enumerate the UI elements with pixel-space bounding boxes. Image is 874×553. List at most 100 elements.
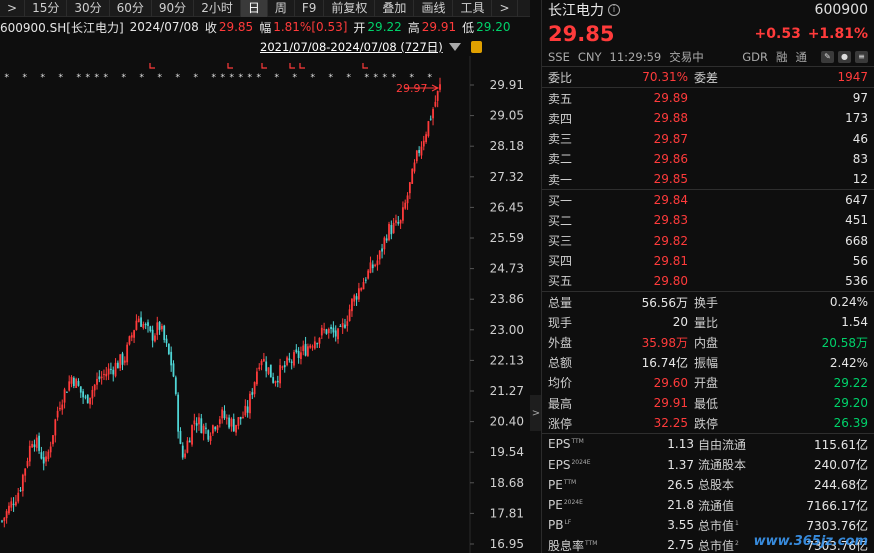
toolbar-item-9[interactable]: 前复权 bbox=[324, 0, 376, 17]
fund-value: 3.55 bbox=[667, 518, 694, 533]
bid-price: 29.82 bbox=[653, 233, 688, 248]
event-marker[interactable]: * bbox=[121, 73, 126, 83]
bid-label: 买四 bbox=[548, 254, 573, 269]
date-range-label[interactable]: 2021/07/08-2024/07/08 (727日) bbox=[260, 39, 443, 55]
event-marker[interactable]: * bbox=[85, 73, 90, 83]
signal-marker[interactable] bbox=[227, 63, 233, 69]
toolbar-item-0[interactable]: > bbox=[0, 0, 26, 17]
ask-row[interactable]: 卖二 29.86 83 bbox=[542, 149, 874, 169]
toolbar-item-11[interactable]: 画线 bbox=[414, 0, 454, 17]
toolbar-item-4[interactable]: 90分 bbox=[152, 0, 195, 17]
lock-icon[interactable] bbox=[470, 41, 482, 53]
event-marker[interactable]: * bbox=[76, 73, 81, 83]
candle-body bbox=[355, 296, 358, 300]
event-marker[interactable]: * bbox=[274, 73, 279, 83]
event-marker[interactable]: * bbox=[373, 73, 378, 83]
candle-body bbox=[397, 221, 400, 224]
candle-body bbox=[272, 377, 275, 383]
edit-icon[interactable]: ✎ bbox=[821, 51, 834, 63]
event-marker[interactable]: * bbox=[427, 73, 432, 83]
chevron-down-icon[interactable] bbox=[448, 43, 461, 51]
candle-body bbox=[244, 405, 247, 416]
event-marker[interactable]: * bbox=[193, 73, 198, 83]
candle-body bbox=[242, 416, 244, 419]
info-icon[interactable]: i bbox=[608, 4, 620, 16]
ask-row[interactable]: 卖三 29.87 46 bbox=[542, 129, 874, 149]
stat-label: 最高 bbox=[548, 396, 573, 411]
stat-value: 35.98万 bbox=[641, 336, 688, 351]
candle-body bbox=[320, 327, 323, 336]
candle-body bbox=[279, 365, 281, 384]
signal-marker[interactable] bbox=[299, 63, 305, 69]
signal-marker[interactable] bbox=[261, 63, 267, 69]
stat-label: 均价 bbox=[548, 376, 573, 391]
fund-value: 115.61亿 bbox=[814, 437, 868, 452]
event-marker[interactable]: * bbox=[94, 73, 99, 83]
toolbar-item-10[interactable]: 叠加 bbox=[375, 0, 415, 17]
bid-row[interactable]: 买二 29.83 451 bbox=[542, 210, 874, 230]
event-marker[interactable]: * bbox=[220, 73, 225, 83]
stat-value: 20.58万 bbox=[821, 336, 868, 351]
stock-name: 长江电力 bbox=[548, 3, 604, 19]
event-marker[interactable]: * bbox=[229, 73, 234, 83]
event-marker[interactable]: * bbox=[22, 73, 27, 83]
event-marker[interactable]: * bbox=[382, 73, 387, 83]
signal-marker[interactable] bbox=[289, 63, 295, 69]
event-marker[interactable]: * bbox=[4, 73, 9, 83]
toolbar-item-1[interactable]: 15分 bbox=[25, 0, 68, 17]
event-marker[interactable]: * bbox=[211, 73, 216, 83]
toolbar-item-8[interactable]: F9 bbox=[295, 0, 325, 17]
event-marker[interactable]: * bbox=[139, 73, 144, 83]
event-marker[interactable]: * bbox=[292, 73, 297, 83]
bid-row[interactable]: 买三 29.82 668 bbox=[542, 231, 874, 251]
event-marker[interactable]: * bbox=[364, 73, 369, 83]
event-marker[interactable]: * bbox=[157, 73, 162, 83]
price-row: 29.85 +0.53 +1.81% bbox=[542, 20, 874, 48]
bid-row[interactable]: 买五 29.80 536 bbox=[542, 271, 874, 291]
fund-label: 流通股本 bbox=[698, 458, 747, 473]
signal-marker[interactable] bbox=[362, 63, 368, 69]
event-marker[interactable]: * bbox=[346, 73, 351, 83]
toolbar-item-2[interactable]: 30分 bbox=[67, 0, 110, 17]
signal-marker[interactable] bbox=[149, 63, 155, 69]
event-marker[interactable]: * bbox=[58, 73, 63, 83]
candle-body bbox=[420, 146, 423, 156]
candle-body bbox=[237, 417, 240, 426]
toolbar-item-13[interactable]: > bbox=[492, 0, 518, 17]
bid-row[interactable]: 买四 29.81 56 bbox=[542, 251, 874, 271]
menu-icon[interactable]: ≡ bbox=[855, 51, 868, 63]
candle-body bbox=[186, 440, 189, 453]
event-marker[interactable]: * bbox=[256, 73, 261, 83]
event-marker[interactable]: * bbox=[103, 73, 108, 83]
event-marker[interactable]: * bbox=[175, 73, 180, 83]
event-marker[interactable]: * bbox=[247, 73, 252, 83]
event-marker[interactable]: * bbox=[238, 73, 243, 83]
candle-body bbox=[86, 394, 89, 404]
toolbar-item-12[interactable]: 工具 bbox=[453, 0, 493, 17]
ask-row[interactable]: 卖一 29.85 12 bbox=[542, 169, 874, 189]
low-label: 低 bbox=[462, 20, 475, 35]
candle-body bbox=[434, 101, 437, 107]
candle-body bbox=[105, 373, 108, 377]
candle-body bbox=[232, 418, 235, 432]
committee-ratio-label: 委比 bbox=[548, 70, 573, 85]
fund-label-sup: 2024E bbox=[563, 499, 583, 507]
candlestick-chart[interactable]: 29.91 29.05 28.18 27.32 26.45 25.59 24.73 23.86… bbox=[0, 56, 530, 553]
stat-label: 换手 bbox=[694, 295, 719, 310]
toolbar-item-6[interactable]: 日 bbox=[240, 0, 268, 17]
date-range-selector[interactable]: 2021/07/08-2024/07/08 (727日) bbox=[260, 39, 482, 55]
event-marker[interactable]: * bbox=[310, 73, 315, 83]
toolbar-item-5[interactable]: 2小时 bbox=[194, 0, 241, 17]
toolbar-item-3[interactable]: 60分 bbox=[110, 0, 152, 17]
bid-row[interactable]: 买一 29.84 647 bbox=[542, 190, 874, 210]
event-marker[interactable]: * bbox=[328, 73, 333, 83]
fund-value: 21.8 bbox=[667, 498, 694, 513]
candle-body bbox=[68, 381, 71, 391]
bell-icon[interactable]: ● bbox=[838, 51, 851, 63]
event-marker[interactable]: * bbox=[40, 73, 45, 83]
toolbar-item-7[interactable]: 周 bbox=[268, 0, 295, 17]
stat-value: 26.39 bbox=[833, 416, 868, 431]
candle-body bbox=[202, 425, 205, 434]
ask-row[interactable]: 卖四 29.88 173 bbox=[542, 108, 874, 128]
ask-row[interactable]: 卖五 29.89 97 bbox=[542, 88, 874, 108]
